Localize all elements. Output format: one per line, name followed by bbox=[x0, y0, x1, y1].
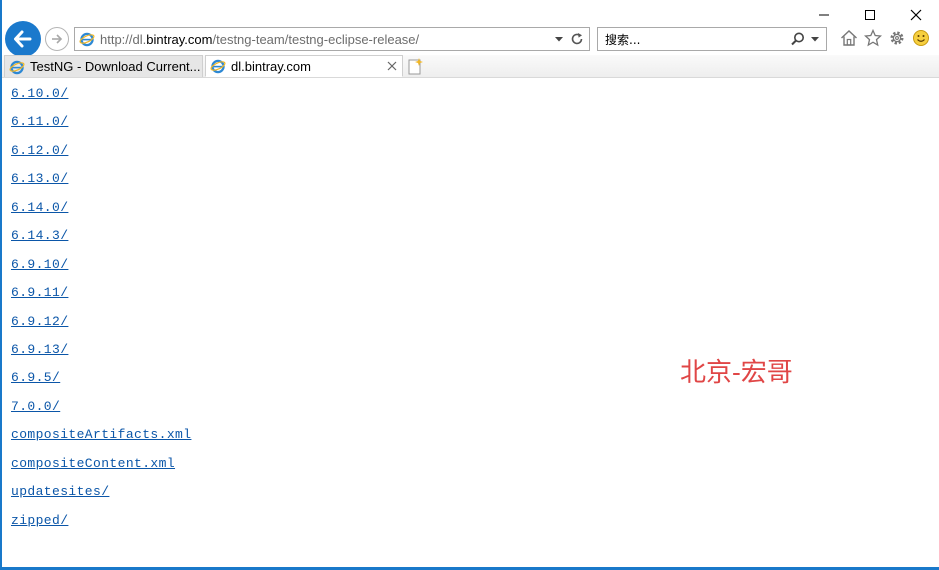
listing-link[interactable]: 6.13.0/ bbox=[11, 171, 68, 186]
listing-link[interactable]: compositeContent.xml bbox=[11, 456, 175, 471]
tab-label: TestNG - Download Current... bbox=[30, 59, 201, 74]
tab-label: dl.bintray.com bbox=[231, 58, 311, 74]
list-item: 6.9.10/ bbox=[11, 249, 191, 277]
list-item: 7.0.0/ bbox=[11, 391, 191, 419]
list-item: compositeContent.xml bbox=[11, 448, 191, 476]
list-item: 6.9.11/ bbox=[11, 277, 191, 305]
directory-listing: 6.10.0/6.11.0/6.12.0/6.13.0/6.14.0/6.14.… bbox=[11, 78, 191, 533]
list-item: 6.13.0/ bbox=[11, 163, 191, 191]
star-icon bbox=[864, 29, 882, 47]
list-item: 6.11.0/ bbox=[11, 106, 191, 134]
new-tab-button[interactable] bbox=[405, 56, 425, 76]
listing-link[interactable]: 6.9.11/ bbox=[11, 285, 68, 300]
maximize-button[interactable] bbox=[847, 0, 893, 30]
listing-link[interactable]: 6.9.10/ bbox=[11, 257, 68, 272]
list-item: 6.9.13/ bbox=[11, 334, 191, 362]
listing-link[interactable]: 6.9.12/ bbox=[11, 314, 68, 329]
listing-link[interactable]: zipped/ bbox=[11, 513, 68, 528]
listing-link[interactable]: 6.14.0/ bbox=[11, 200, 68, 215]
address-bar[interactable]: http://dl.bintray.com/testng-team/testng… bbox=[74, 27, 590, 51]
forward-arrow-icon bbox=[52, 34, 63, 44]
list-item: 6.10.0/ bbox=[11, 78, 191, 106]
listing-link[interactable]: 6.11.0/ bbox=[11, 114, 68, 129]
back-arrow-icon bbox=[14, 30, 32, 48]
list-item: 6.14.0/ bbox=[11, 192, 191, 220]
back-button[interactable] bbox=[5, 21, 41, 57]
list-item: 6.12.0/ bbox=[11, 135, 191, 163]
refresh-icon[interactable] bbox=[570, 32, 584, 46]
close-icon bbox=[910, 9, 922, 21]
home-icon bbox=[841, 30, 857, 46]
list-item: compositeArtifacts.xml bbox=[11, 419, 191, 447]
listing-link[interactable]: 6.9.5/ bbox=[11, 370, 60, 385]
forward-button[interactable] bbox=[45, 27, 69, 51]
window-frame-left bbox=[0, 0, 2, 570]
ie-page-icon bbox=[79, 32, 95, 47]
ie-page-icon bbox=[210, 59, 226, 74]
tools-button[interactable] bbox=[887, 28, 907, 48]
listing-link[interactable]: 7.0.0/ bbox=[11, 399, 60, 414]
gear-icon bbox=[890, 31, 904, 45]
home-button[interactable] bbox=[839, 28, 859, 48]
watermark-text: 北京-宏哥 bbox=[680, 358, 793, 388]
search-placeholder: 搜索... bbox=[605, 32, 641, 47]
search-icon[interactable] bbox=[790, 31, 806, 47]
minimize-icon bbox=[819, 14, 829, 16]
listing-link[interactable]: 6.12.0/ bbox=[11, 143, 68, 158]
tab-dl-bintray[interactable]: dl.bintray.com bbox=[205, 55, 403, 77]
feedback-button[interactable] bbox=[911, 28, 931, 48]
list-item: 6.9.12/ bbox=[11, 306, 191, 334]
list-item: 6.9.5/ bbox=[11, 362, 191, 390]
listing-link[interactable]: compositeArtifacts.xml bbox=[11, 427, 191, 442]
dropdown-arrow-icon[interactable] bbox=[554, 35, 564, 43]
listing-link[interactable]: 6.14.3/ bbox=[11, 228, 68, 243]
search-dropdown-icon[interactable] bbox=[810, 35, 820, 43]
listing-link[interactable]: 6.10.0/ bbox=[11, 86, 68, 101]
favorites-button[interactable] bbox=[863, 28, 883, 48]
list-item: zipped/ bbox=[11, 505, 191, 533]
close-window-button[interactable] bbox=[893, 0, 939, 30]
smiley-icon bbox=[913, 30, 929, 46]
listing-link[interactable]: updatesites/ bbox=[11, 484, 109, 499]
list-item: 6.14.3/ bbox=[11, 220, 191, 248]
tab-testng-download[interactable]: TestNG - Download Current... bbox=[4, 55, 203, 77]
new-tab-icon bbox=[408, 58, 423, 75]
minimize-button[interactable] bbox=[801, 0, 847, 30]
search-input[interactable]: 搜索... bbox=[597, 27, 827, 51]
ie-page-icon bbox=[9, 60, 25, 74]
list-item: updatesites/ bbox=[11, 476, 191, 504]
address-url: http://dl.bintray.com/testng-team/testng… bbox=[100, 31, 420, 47]
listing-link[interactable]: 6.9.13/ bbox=[11, 342, 68, 357]
maximize-icon bbox=[865, 10, 875, 20]
close-icon bbox=[387, 61, 397, 71]
tab-close-button[interactable] bbox=[386, 60, 398, 72]
